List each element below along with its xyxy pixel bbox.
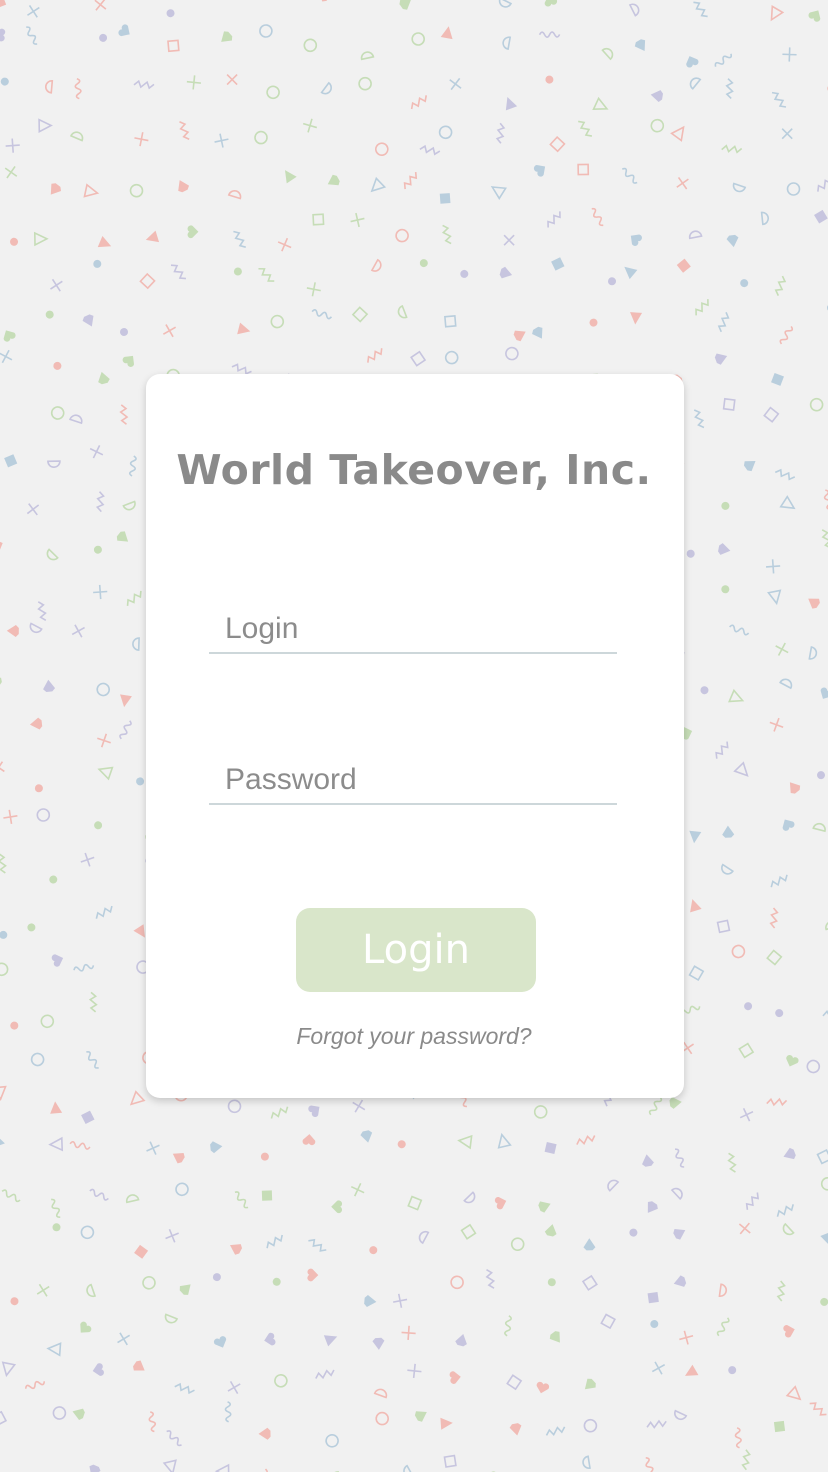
login-input[interactable] bbox=[209, 606, 617, 654]
forgot-password-link[interactable]: Forgot your password? bbox=[0, 1023, 828, 1050]
login-button[interactable]: Login bbox=[296, 908, 536, 992]
password-input[interactable] bbox=[209, 757, 617, 805]
company-title: World Takeover, Inc. bbox=[176, 446, 652, 494]
